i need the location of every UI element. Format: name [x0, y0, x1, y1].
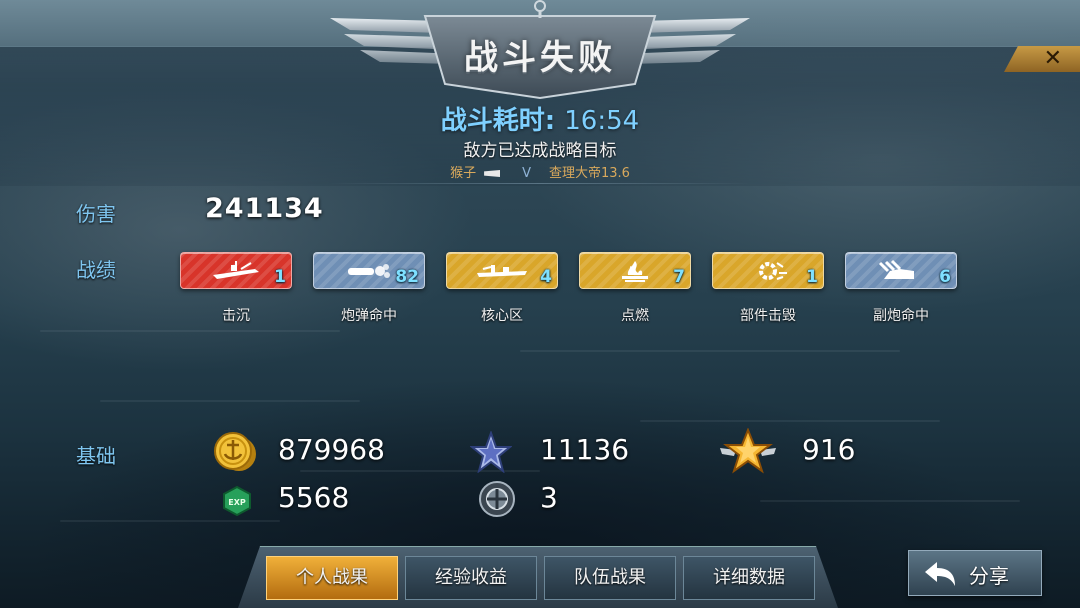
badge-count: 1	[806, 267, 818, 287]
exp-icon: EXP	[223, 486, 251, 516]
damage-value: 241134	[205, 193, 324, 224]
tab-personal-results[interactable]: 个人战果	[266, 556, 398, 600]
badge-shell-hit[interactable]: 82	[313, 252, 425, 289]
badge-label-shell-hit: 炮弹命中	[341, 308, 397, 324]
badge-label-secondary-hit: 副炮命中	[873, 308, 929, 324]
badge-label-fire: 点燃	[621, 308, 649, 324]
battle-duration: 战斗耗时: 16:54	[0, 100, 1080, 137]
record-label: 战绩	[76, 258, 116, 282]
base-label: 基础	[76, 444, 116, 468]
weapon-icon	[484, 170, 501, 177]
badge-label-citadel: 核心区	[481, 308, 523, 324]
badge-count: 1	[274, 267, 286, 287]
badge-fire[interactable]: 7	[579, 252, 691, 289]
shell-hit-icon	[348, 264, 390, 278]
citadel-icon	[477, 265, 527, 277]
fire-icon	[622, 261, 648, 282]
token-value: 3	[540, 481, 558, 514]
svg-text:EXP: EXP	[228, 498, 246, 507]
killer-name: 猴子	[450, 166, 477, 181]
last-kill-feed: 猴子 V 查理大帝13.6	[0, 162, 1080, 181]
duration-label: 战斗耗时:	[440, 106, 556, 136]
achievement-badges: 1 击沉 82 炮弹命中 4 核心区 7 点燃 1 部件击毁 6 副炮命中	[180, 252, 970, 332]
badge-label-sink: 击沉	[222, 308, 250, 324]
badge-module-destroy[interactable]: 1	[712, 252, 824, 289]
kill-separator: V	[522, 166, 531, 181]
share-label: 分享	[969, 564, 1009, 588]
badge-label-module-destroy: 部件击毁	[740, 308, 796, 324]
tab-experience-gains[interactable]: 经验收益	[405, 556, 537, 600]
secondary-gun-icon	[878, 259, 914, 279]
duration-value: 16:54	[564, 106, 640, 136]
close-icon[interactable]: ✕	[1044, 47, 1062, 71]
token-icon	[479, 481, 515, 517]
elite-star-value: 916	[802, 433, 856, 466]
defeat-reason: 敌方已达成战略目标	[463, 141, 617, 161]
badge-citadel[interactable]: 4	[446, 252, 558, 289]
module-destroy-icon	[759, 262, 787, 280]
badge-secondary-hit[interactable]: 6	[845, 252, 957, 289]
share-button[interactable]: 分享	[908, 550, 1042, 596]
badge-count: 6	[939, 267, 951, 287]
exp-value: 5568	[278, 481, 350, 514]
victim-name: 查理大帝13.6	[548, 166, 630, 181]
divider	[330, 183, 750, 184]
coins-value: 879968	[278, 433, 385, 466]
badge-count: 7	[673, 267, 685, 287]
badge-sink[interactable]: 1	[180, 252, 292, 289]
gold-wing-star-icon	[720, 428, 776, 474]
page-title: 战斗失败	[464, 38, 616, 78]
badge-count: 82	[395, 267, 419, 287]
tab-detailed-data[interactable]: 详细数据	[683, 556, 815, 600]
silver-star-icon	[470, 431, 512, 473]
damage-label: 伤害	[76, 202, 116, 226]
share-arrow-icon	[925, 562, 955, 586]
gold-coin-icon	[214, 432, 256, 471]
free-xp-value: 11136	[540, 433, 630, 466]
tab-team-results[interactable]: 队伍战果	[544, 556, 676, 600]
badge-count: 4	[540, 267, 552, 287]
ship-sink-icon	[213, 261, 259, 279]
